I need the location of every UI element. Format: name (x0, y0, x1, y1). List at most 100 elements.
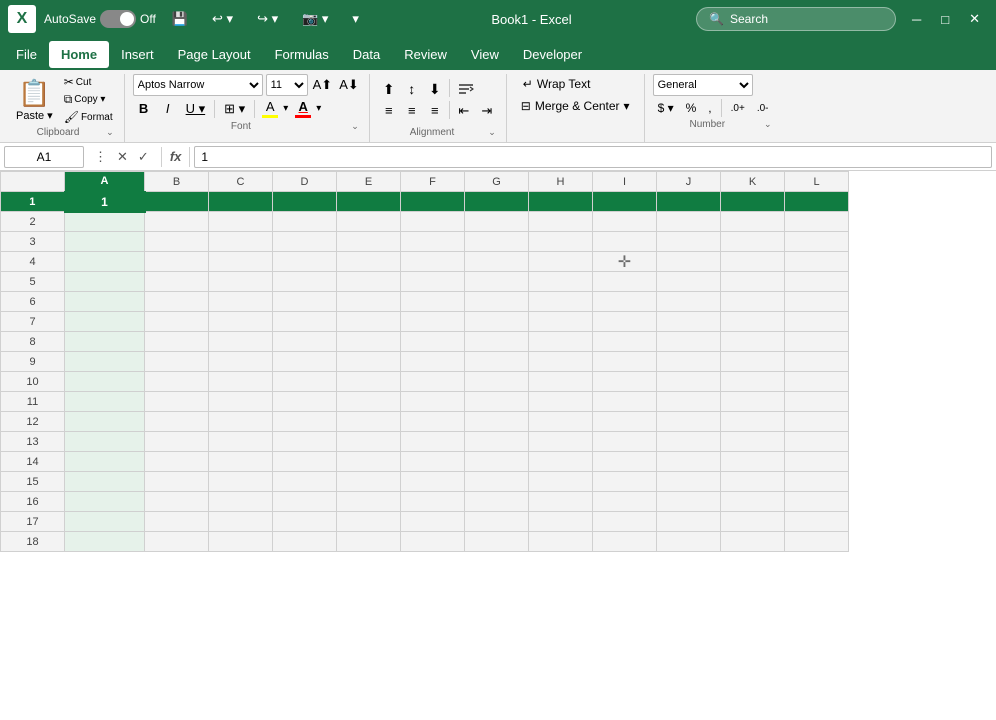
cell-G12[interactable] (465, 412, 529, 432)
cell-D8[interactable] (273, 332, 337, 352)
cell-D11[interactable] (273, 392, 337, 412)
cell-K1[interactable] (721, 192, 785, 212)
cell-B11[interactable] (145, 392, 209, 412)
cell-K2[interactable] (721, 212, 785, 232)
cell-J4[interactable] (657, 252, 721, 272)
number-format-select[interactable]: General (653, 74, 753, 96)
col-header-A[interactable]: A (65, 172, 145, 192)
cell-G5[interactable] (465, 272, 529, 292)
cell-C16[interactable] (209, 492, 273, 512)
cell-L15[interactable] (785, 472, 849, 492)
screenshot-button[interactable]: 📷 ▾ (294, 7, 336, 31)
cell-G8[interactable] (465, 332, 529, 352)
cell-F5[interactable] (401, 272, 465, 292)
cell-C6[interactable] (209, 292, 273, 312)
cell-K12[interactable] (721, 412, 785, 432)
cell-E9[interactable] (337, 352, 401, 372)
cell-E14[interactable] (337, 452, 401, 472)
cell-J13[interactable] (657, 432, 721, 452)
cell-J10[interactable] (657, 372, 721, 392)
undo-button[interactable]: ↩ ▾ (204, 7, 241, 31)
cell-H2[interactable] (529, 212, 593, 232)
cell-C12[interactable] (209, 412, 273, 432)
merge-center-button[interactable]: ⊟ Merge & Center ▾ (515, 96, 636, 116)
quick-access-dropdown[interactable]: ▾ (344, 7, 367, 31)
cell-L9[interactable] (785, 352, 849, 372)
row-num-1[interactable]: 1 (1, 192, 65, 212)
cell-D16[interactable] (273, 492, 337, 512)
col-header-C[interactable]: C (209, 172, 273, 192)
cell-H12[interactable] (529, 412, 593, 432)
cell-J3[interactable] (657, 232, 721, 252)
cell-E8[interactable] (337, 332, 401, 352)
cell-B10[interactable] (145, 372, 209, 392)
cell-K11[interactable] (721, 392, 785, 412)
cell-H4[interactable] (529, 252, 593, 272)
cell-B8[interactable] (145, 332, 209, 352)
cell-C15[interactable] (209, 472, 273, 492)
align-top-button[interactable]: ⬆ (378, 79, 400, 100)
cell-H10[interactable] (529, 372, 593, 392)
cell-B1[interactable] (145, 192, 209, 212)
cell-D3[interactable] (273, 232, 337, 252)
col-header-K[interactable]: K (721, 172, 785, 192)
fill-color-dropdown[interactable]: ▾ (283, 103, 288, 114)
menu-review[interactable]: Review (392, 41, 459, 68)
menu-view[interactable]: View (459, 41, 511, 68)
cell-L1[interactable] (785, 192, 849, 212)
cell-D12[interactable] (273, 412, 337, 432)
cell-K3[interactable] (721, 232, 785, 252)
cell-G16[interactable] (465, 492, 529, 512)
cell-F17[interactable] (401, 512, 465, 532)
col-header-G[interactable]: G (465, 172, 529, 192)
cell-K6[interactable] (721, 292, 785, 312)
cell-A2[interactable] (65, 212, 145, 232)
row-num-3[interactable]: 3 (1, 232, 65, 252)
cell-K9[interactable] (721, 352, 785, 372)
cell-I2[interactable] (593, 212, 657, 232)
cell-E18[interactable] (337, 532, 401, 552)
cell-D14[interactable] (273, 452, 337, 472)
decrease-font-size-button[interactable]: A⬇ (337, 76, 361, 94)
cell-I4[interactable]: ✛ (593, 252, 657, 272)
col-header-E[interactable]: E (337, 172, 401, 192)
cell-K17[interactable] (721, 512, 785, 532)
cell-I11[interactable] (593, 392, 657, 412)
cell-I13[interactable] (593, 432, 657, 452)
cell-H1[interactable] (529, 192, 593, 212)
cell-F9[interactable] (401, 352, 465, 372)
cell-I15[interactable] (593, 472, 657, 492)
cell-J6[interactable] (657, 292, 721, 312)
col-header-B[interactable]: B (145, 172, 209, 192)
cell-G2[interactable] (465, 212, 529, 232)
cell-E7[interactable] (337, 312, 401, 332)
row-num-8[interactable]: 8 (1, 332, 65, 352)
cell-G10[interactable] (465, 372, 529, 392)
cell-D18[interactable] (273, 532, 337, 552)
cell-B5[interactable] (145, 272, 209, 292)
redo-button[interactable]: ↪ ▾ (249, 7, 286, 31)
cell-F13[interactable] (401, 432, 465, 452)
alignment-expand-button[interactable]: ⌄ (486, 127, 498, 138)
cell-K13[interactable] (721, 432, 785, 452)
cell-D10[interactable] (273, 372, 337, 392)
cell-A16[interactable] (65, 492, 145, 512)
cell-K10[interactable] (721, 372, 785, 392)
cell-H3[interactable] (529, 232, 593, 252)
align-right-button[interactable]: ≡ (424, 101, 446, 121)
cell-C17[interactable] (209, 512, 273, 532)
cell-E17[interactable] (337, 512, 401, 532)
cell-F8[interactable] (401, 332, 465, 352)
col-header-L[interactable]: L (785, 172, 849, 192)
save-button[interactable]: 💾 (164, 7, 196, 31)
cell-H13[interactable] (529, 432, 593, 452)
borders-button[interactable]: ⊞ ▾ (219, 99, 250, 119)
font-size-select[interactable]: 11 (266, 74, 308, 96)
cell-D15[interactable] (273, 472, 337, 492)
cell-C11[interactable] (209, 392, 273, 412)
clipboard-expand-button[interactable]: ⌄ (104, 127, 116, 138)
cell-L14[interactable] (785, 452, 849, 472)
cell-G6[interactable] (465, 292, 529, 312)
cell-H9[interactable] (529, 352, 593, 372)
font-expand-button[interactable]: ⌄ (349, 121, 361, 132)
